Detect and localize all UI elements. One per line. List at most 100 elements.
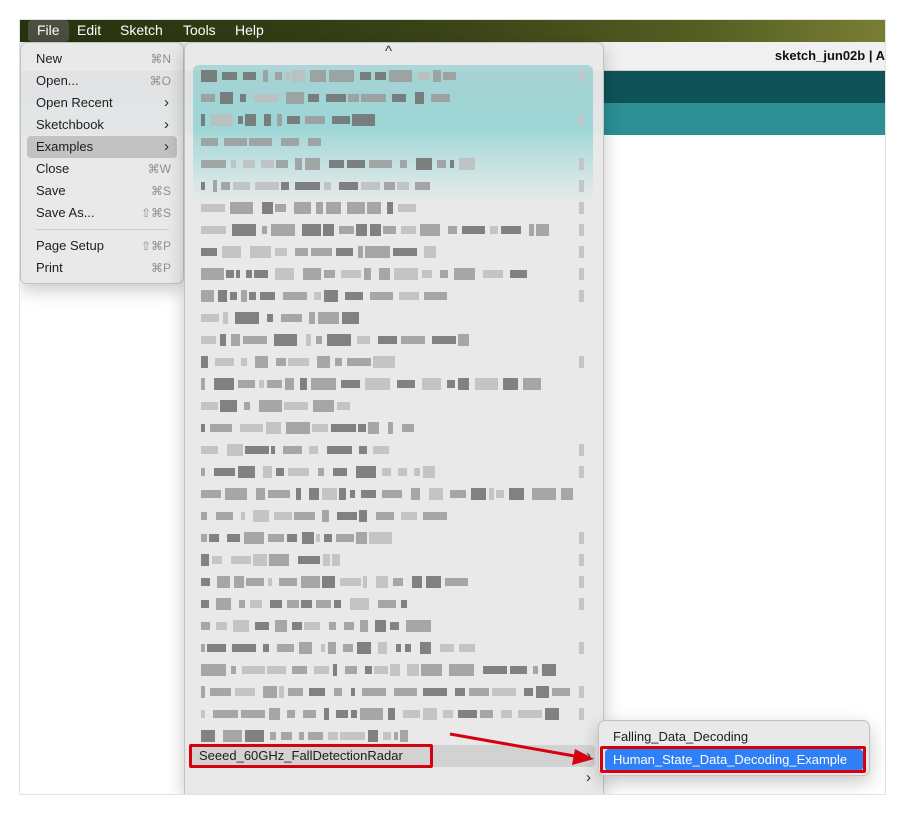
- pixelated-text-block: [306, 334, 311, 346]
- menu-item-sketchbook[interactable]: Sketchbook ›: [27, 114, 177, 136]
- scroll-up-arrow-icon[interactable]: ^: [385, 43, 392, 60]
- pixelated-text-block: [201, 664, 226, 676]
- pixelated-text-block: [390, 664, 400, 676]
- blurred-menu-item[interactable]: [185, 549, 603, 571]
- blurred-menu-item[interactable]: [185, 593, 603, 615]
- blurred-menu-item[interactable]: [185, 439, 603, 461]
- pixelated-text-block: [403, 710, 420, 718]
- pixelated-text-block: [308, 138, 321, 146]
- blurred-menu-item[interactable]: [185, 131, 603, 153]
- pixelated-text-block: [401, 226, 416, 234]
- menu-item-examples[interactable]: Examples ›: [27, 136, 177, 158]
- blurred-menu-item[interactable]: [185, 65, 603, 87]
- pixelated-text-block: [376, 512, 394, 520]
- menu-item-open-recent[interactable]: Open Recent ›: [27, 92, 177, 114]
- pixelated-text-block: [343, 644, 353, 652]
- menubar-tools[interactable]: Tools: [174, 20, 225, 42]
- menu-item-print[interactable]: Print ⌘P: [27, 257, 177, 279]
- pixelated-text-block: [518, 710, 542, 718]
- menubar-help[interactable]: Help: [226, 20, 273, 42]
- pixelated-text-block: [370, 224, 381, 236]
- blurred-menu-item[interactable]: [185, 241, 603, 263]
- pixelated-text-block: [469, 688, 489, 696]
- pixelated-submenu-arrow: [579, 356, 584, 368]
- pixelated-text-block: [407, 664, 419, 676]
- menu-item-open[interactable]: Open... ⌘O: [27, 70, 177, 92]
- pixelated-text-block: [324, 290, 338, 302]
- pixelated-text-block: [259, 380, 264, 388]
- menu-item-page-setup[interactable]: Page Setup ⇧⌘P: [27, 235, 177, 257]
- pixelated-text-block: [433, 70, 441, 82]
- blurred-menu-item[interactable]: [185, 395, 603, 417]
- menu-item-blurred[interactable]: ›: [191, 767, 595, 789]
- menu-item-falling-data-decoding[interactable]: Falling_Data_Decoding: [605, 726, 863, 748]
- pixelated-text-block: [424, 246, 436, 258]
- menubar-sketch[interactable]: Sketch: [111, 20, 172, 42]
- blurred-menu-item[interactable]: [185, 307, 603, 329]
- pixelated-text-block: [209, 534, 219, 542]
- pixelated-text-block: [276, 160, 288, 168]
- blurred-menu-item[interactable]: [185, 263, 603, 285]
- pixelated-text-block: [276, 468, 284, 476]
- blurred-menu-item[interactable]: [185, 329, 603, 351]
- chevron-right-icon: ›: [586, 769, 591, 786]
- pixelated-text-block: [340, 578, 361, 586]
- pixelated-text-block: [405, 644, 411, 652]
- pixelated-text-block: [254, 94, 279, 102]
- pixelated-text-block: [335, 358, 342, 366]
- blurred-menu-item[interactable]: [185, 659, 603, 681]
- menu-item-save-as[interactable]: Save As... ⇧⌘S: [27, 202, 177, 224]
- pixelated-text-block: [501, 710, 512, 718]
- pixelated-text-block: [317, 356, 330, 368]
- blurred-menu-item[interactable]: [185, 109, 603, 131]
- pixelated-text-block: [348, 94, 359, 102]
- pixelated-text-block: [471, 488, 486, 500]
- pixelated-text-block: [232, 644, 256, 652]
- pixelated-text-block: [268, 578, 272, 586]
- menu-item-blurred[interactable]: ›: [191, 789, 595, 794]
- blurred-menu-item[interactable]: [185, 637, 603, 659]
- menubar-edit[interactable]: Edit: [68, 20, 110, 42]
- blurred-menu-item[interactable]: [185, 571, 603, 593]
- pixelated-text-block: [423, 466, 435, 478]
- blurred-menu-item[interactable]: [185, 505, 603, 527]
- pixelated-text-block: [281, 138, 299, 146]
- pixelated-submenu-arrow: [579, 598, 584, 610]
- pixelated-text-block: [329, 622, 336, 630]
- pixelated-text-block: [231, 334, 240, 346]
- pixelated-text-block: [253, 510, 269, 522]
- blurred-menu-item[interactable]: [185, 197, 603, 219]
- menu-item-save[interactable]: Save ⌘S: [27, 180, 177, 202]
- pixelated-text-block: [394, 268, 418, 280]
- blurred-menu-item[interactable]: [185, 175, 603, 197]
- pixelated-text-block: [255, 356, 268, 368]
- pixelated-text-block: [401, 512, 417, 520]
- blurred-menu-item[interactable]: [185, 461, 603, 483]
- blurred-menu-item[interactable]: [185, 615, 603, 637]
- blurred-menu-item[interactable]: [185, 153, 603, 175]
- pixelated-text-block: [314, 292, 321, 300]
- blurred-menu-item[interactable]: [185, 417, 603, 439]
- pixelated-text-block: [357, 336, 370, 344]
- menu-item-new[interactable]: New ⌘N: [27, 48, 177, 70]
- pixelated-text-block: [329, 70, 354, 82]
- pixelated-text-block: [239, 600, 245, 608]
- menu-item-close[interactable]: Close ⌘W: [27, 158, 177, 180]
- pixelated-text-block: [244, 532, 264, 544]
- blurred-menu-item[interactable]: [185, 703, 603, 725]
- blurred-menu-item[interactable]: [185, 373, 603, 395]
- pixelated-text-block: [501, 226, 521, 234]
- pixelated-text-block: [393, 578, 403, 586]
- blurred-menu-item[interactable]: [185, 351, 603, 373]
- pixelated-text-block: [432, 336, 456, 344]
- pixelated-text-block: [275, 204, 286, 212]
- menu-item-label: Close: [36, 161, 70, 176]
- blurred-menu-item[interactable]: [185, 219, 603, 241]
- blurred-menu-item[interactable]: [185, 527, 603, 549]
- blurred-menu-item[interactable]: [185, 87, 603, 109]
- blurred-menu-item[interactable]: [185, 285, 603, 307]
- pixelated-text-block: [392, 94, 406, 102]
- menubar-file[interactable]: File: [28, 20, 69, 42]
- blurred-menu-item[interactable]: [185, 681, 603, 703]
- blurred-menu-item[interactable]: [185, 483, 603, 505]
